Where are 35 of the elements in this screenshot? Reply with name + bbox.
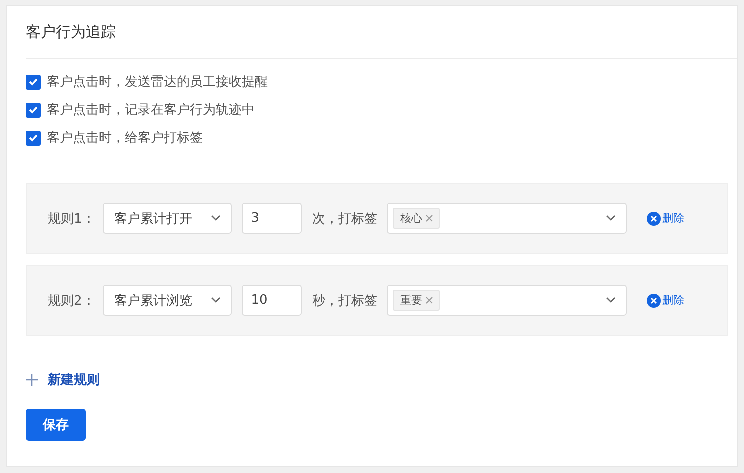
chevron-down-icon [211, 297, 222, 304]
delete-button[interactable]: 删除 [647, 293, 684, 308]
condition-dropdown[interactable]: 客户累计打开 [103, 203, 232, 234]
close-circle-icon [647, 212, 662, 226]
checkbox[interactable] [26, 74, 41, 90]
checkbox-label: 客户点击时，发送雷达的员工接收提醒 [47, 74, 268, 91]
close-circle-icon [647, 294, 662, 308]
unit-label: 秒，打标签 [312, 292, 378, 310]
value-input[interactable]: 3 [242, 203, 302, 234]
rule-label: 规则1： [48, 210, 96, 228]
close-icon[interactable] [426, 215, 434, 222]
chevron-down-icon [606, 297, 616, 304]
delete-button[interactable]: 删除 [647, 211, 684, 226]
tag-chip: 核心 [393, 208, 440, 229]
check-icon [29, 134, 38, 142]
checkbox-label: 客户点击时，给客户打标签 [47, 130, 203, 147]
check-icon [29, 106, 38, 114]
condition-dropdown[interactable]: 客户累计浏览 [103, 285, 232, 316]
checkbox[interactable] [26, 130, 41, 146]
close-icon[interactable] [426, 297, 434, 304]
tag-select[interactable]: 核心 [387, 203, 628, 234]
section-title: 客户行为追踪 [26, 6, 737, 59]
tag-select[interactable]: 重要 [387, 285, 628, 316]
save-button[interactable]: 保存 [26, 409, 86, 441]
chevron-down-icon [211, 215, 222, 222]
chevron-down-icon [606, 215, 616, 222]
checkbox[interactable] [26, 102, 41, 118]
tag-chip: 重要 [393, 290, 440, 311]
rule-label: 规则2： [48, 292, 96, 310]
plus-icon [26, 374, 38, 386]
add-rule-button[interactable]: 新建规则 [26, 371, 100, 389]
value-input[interactable]: 10 [242, 285, 302, 316]
check-icon [29, 78, 38, 86]
checkbox-label: 客户点击时，记录在客户行为轨迹中 [47, 102, 255, 119]
unit-label: 次，打标签 [312, 210, 378, 228]
